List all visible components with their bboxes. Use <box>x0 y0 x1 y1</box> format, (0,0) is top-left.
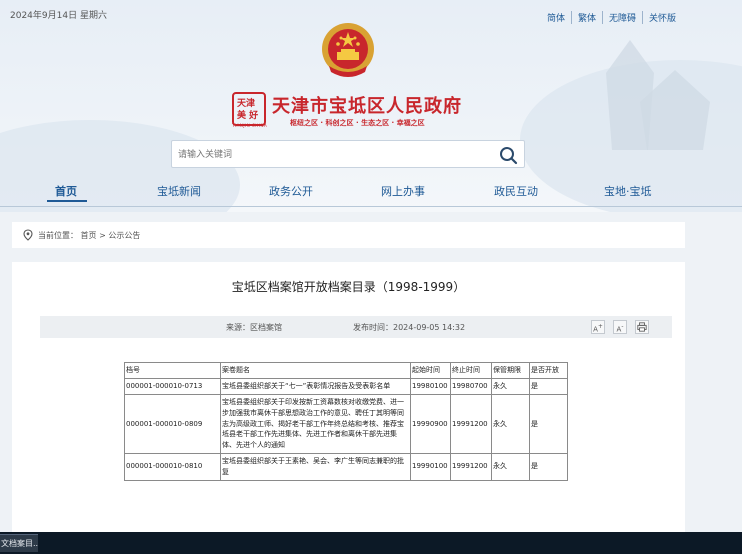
os-taskbar: 文档案目... <box>0 532 742 554</box>
article-panel: 宝坻区档案馆开放档案目录（1998-1999） 来源：区档案馆 发布时间：202… <box>12 262 685 554</box>
table-cell: 是 <box>529 378 568 395</box>
search-icon[interactable] <box>498 145 518 165</box>
taskbar-window-button[interactable]: 文档案目... <box>0 534 38 552</box>
link-traditional[interactable]: 繁体 <box>570 11 602 24</box>
article-title: 宝坻区档案馆开放档案目录（1998-1999） <box>231 280 466 294</box>
link-care-mode[interactable]: 关怀版 <box>641 11 682 24</box>
national-emblem-icon <box>322 23 374 77</box>
print-icon[interactable] <box>635 320 649 334</box>
current-date: 2024年9月14日 星期六 <box>10 11 107 21</box>
nav-government-affairs[interactable]: 政务公开 <box>269 183 313 199</box>
nav-baodi[interactable]: 宝地·宝坻 <box>604 183 652 199</box>
site-header: 2024年9月14日 星期六 简体 繁体 无障碍 关怀版 天津 美 好 TIAN… <box>0 0 742 212</box>
table-cell: 19991200 <box>450 393 492 455</box>
table-row: 000001-000010-0809 宝坻县委组织部关于印发按新工资幕数核对收缴… <box>124 393 568 455</box>
table-header-cell: 是否开放 <box>529 362 568 379</box>
site-slogan: 枢纽之区 · 科创之区 · 生态之区 · 幸福之区 <box>290 119 425 127</box>
search-input[interactable] <box>178 147 478 163</box>
table-cell: 000001-000010-0713 <box>124 378 221 395</box>
archive-directory-table: 档号 案卷题名 起始时间 终止时间 保管期限 是否开放 000001-00001… <box>124 362 568 481</box>
table-cell: 宝坻县委组织部关于王素艳、吴会、李广生等同志兼职的批复 <box>220 453 411 481</box>
top-links: 简体 繁体 无障碍 关怀版 <box>541 11 682 24</box>
logo-caption: TIANJIN CHINA <box>232 123 268 128</box>
nav-divider <box>0 206 742 207</box>
nav-news[interactable]: 宝坻新闻 <box>157 183 201 199</box>
table-row: 000001-000010-0810 宝坻县委组织部关于王素艳、吴会、李广生等同… <box>124 453 568 481</box>
table-cell: 宝坻县委组织部关于印发按新工资幕数核对收缴党费、进一步加强我市离休干部思想政治工… <box>220 393 411 455</box>
table-cell: 19991200 <box>450 453 492 481</box>
table-row: 000001-000010-0713 宝坻县委组织部关于“七一”表彰情况报告及受… <box>124 378 568 395</box>
main-nav: 首页 宝坻新闻 政务公开 网上办事 政民互动 宝地·宝坻 <box>0 178 742 204</box>
table-cell: 19980700 <box>450 378 492 395</box>
location-pin-icon <box>23 229 33 241</box>
table-header-row: 档号 案卷题名 起始时间 终止时间 保管期限 是否开放 <box>124 362 568 379</box>
table-header-cell: 终止时间 <box>450 362 492 379</box>
table-cell: 是 <box>529 453 568 481</box>
table-cell: 000001-000010-0809 <box>124 393 221 455</box>
link-simplified[interactable]: 简体 <box>541 11 571 24</box>
nav-online-services[interactable]: 网上办事 <box>381 183 425 199</box>
table-cell: 宝坻县委组织部关于“七一”表彰情况报告及受表彰名单 <box>220 378 411 395</box>
nav-home[interactable]: 首页 <box>55 183 77 199</box>
link-accessibility[interactable]: 无障碍 <box>601 11 642 24</box>
table-header-cell: 起始时间 <box>410 362 451 379</box>
tianjin-logo: 天津 美 好 <box>232 92 266 126</box>
table-cell: 19990100 <box>410 453 451 481</box>
article-publish-time: 发布时间：2024-09-05 14:32 <box>353 323 466 332</box>
table-cell: 19980100 <box>410 378 451 395</box>
font-decrease-icon[interactable]: A- <box>613 320 627 334</box>
table-header-cell: 档号 <box>124 362 221 379</box>
table-cell: 19990900 <box>410 393 451 455</box>
table-cell: 是 <box>529 393 568 455</box>
article-meta-bar: 来源：区档案馆 发布时间：2024-09-05 14:32 A+ A- <box>40 316 672 338</box>
nav-interaction[interactable]: 政民互动 <box>494 183 538 199</box>
breadcrumb: 当前位置： 首页 > 公示公告 <box>12 222 685 248</box>
article-source: 来源：区档案馆 <box>226 323 282 332</box>
nav-active-indicator <box>47 200 87 202</box>
font-increase-icon[interactable]: A+ <box>591 320 605 334</box>
table-header-cell: 保管期限 <box>491 362 530 379</box>
table-header-cell: 案卷题名 <box>220 362 411 379</box>
table-cell: 000001-000010-0810 <box>124 453 221 481</box>
site-title: 天津市宝坻区人民政府 <box>272 96 462 117</box>
logo-text: 美 好 <box>237 111 259 121</box>
table-cell: 永久 <box>491 378 530 395</box>
table-cell: 永久 <box>491 393 530 455</box>
search-box <box>171 140 525 168</box>
table-cell: 永久 <box>491 453 530 481</box>
breadcrumb-text[interactable]: 当前位置： 首页 > 公示公告 <box>38 230 140 241</box>
